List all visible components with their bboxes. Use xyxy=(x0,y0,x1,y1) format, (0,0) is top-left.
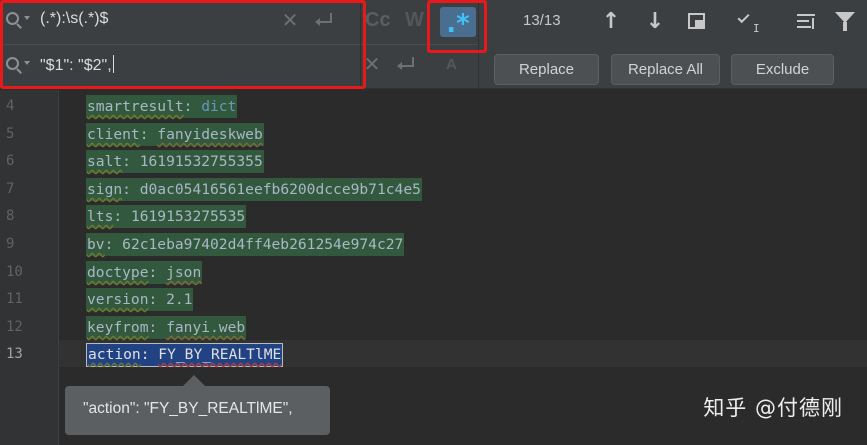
line-number: 10 xyxy=(6,264,23,280)
line-number: 12 xyxy=(6,319,23,335)
line-number: 5 xyxy=(6,126,15,142)
regex-toggle[interactable]: .* xyxy=(440,7,476,39)
code-key: doctype xyxy=(87,264,149,281)
line-number: 6 xyxy=(6,153,15,169)
code-value: d0ac05416561eefb6200dcce9b71c4e5 xyxy=(139,181,421,198)
close-icon[interactable]: ✕ xyxy=(280,8,300,32)
arrow-down-icon[interactable]: ↓ xyxy=(643,10,667,34)
regex-match[interactable]: keyfrom: fanyi.web xyxy=(86,316,247,339)
code-value: json xyxy=(166,264,202,281)
search-icon[interactable] xyxy=(6,57,34,77)
code-separator: : xyxy=(183,98,202,115)
text-cursor xyxy=(112,55,114,73)
code-separator: : xyxy=(139,126,158,143)
replace-all-button[interactable]: Replace All xyxy=(611,54,720,85)
code-key: keyfrom xyxy=(87,319,149,336)
code-value: dict xyxy=(201,98,237,115)
code-key: smartresult xyxy=(87,98,184,115)
search-icon[interactable] xyxy=(6,12,34,32)
replace-input[interactable]: "$1": "$2", xyxy=(40,55,114,75)
preserve-case-toggle[interactable]: A xyxy=(446,56,457,73)
line-number: 13 xyxy=(6,346,23,362)
line-number: 7 xyxy=(6,181,15,197)
code-value: fanyi.web xyxy=(166,319,246,336)
regex-match[interactable]: bv: 62c1eba97402d4ff4eb261254e974c27 xyxy=(86,233,405,256)
code-key: version xyxy=(87,291,149,308)
code-value: fanyideskweb xyxy=(157,126,263,143)
regex-match[interactable]: sign: d0ac05416561eefb6200dcce9b71c4e5 xyxy=(86,178,422,201)
code-value: FY_BY_REALTlME xyxy=(158,346,282,363)
find-replace-bar: (.*):\s(.*)$ ✕ Cc W .* 13/13 ↑ ↓ I "$1":… xyxy=(0,0,867,89)
code-value: 62c1eba97402d4ff4eb261254e974c27 xyxy=(122,236,404,253)
code-value: 1619153275535 xyxy=(130,208,246,225)
code-value: 16191532755355 xyxy=(139,153,263,170)
replace-value: "$1": "$2", xyxy=(40,57,112,74)
line-number: 9 xyxy=(6,236,15,252)
regex-match[interactable]: lts: 1619153275535 xyxy=(86,205,247,228)
watermark: 知乎 @付德刚 xyxy=(703,396,843,420)
code-key: client xyxy=(87,126,140,143)
replace-preview-tooltip: "action": "FY_BY_REALTlME", xyxy=(65,375,330,435)
words-toggle[interactable]: W xyxy=(405,9,424,32)
code-key: lts xyxy=(87,208,114,225)
close-icon[interactable]: ✕ xyxy=(362,52,382,76)
select-all-occurrences-icon[interactable] xyxy=(684,10,708,34)
code-separator: : xyxy=(148,319,167,336)
code-separator: : xyxy=(148,291,167,308)
line-number: 11 xyxy=(6,291,23,307)
regex-match[interactable]: doctype: json xyxy=(86,261,203,284)
match-case-toggle[interactable]: Cc xyxy=(365,9,391,32)
replace-button[interactable]: Replace xyxy=(494,54,599,85)
code-value: 2.1 xyxy=(166,291,193,308)
code-separator: : xyxy=(122,181,140,198)
regex-match[interactable]: version: 2.1 xyxy=(86,288,194,311)
exclude-button[interactable]: Exclude xyxy=(731,54,834,85)
selected-match[interactable]: action: FY_BY_REALTlME xyxy=(86,343,284,367)
code-separator: : xyxy=(140,346,159,363)
search-input[interactable]: (.*):\s(.*)$ xyxy=(40,10,108,28)
line-number: 4 xyxy=(6,98,15,114)
regex-match[interactable]: salt: 16191532755355 xyxy=(86,150,264,173)
code-key: sign xyxy=(87,181,123,198)
regex-match[interactable]: client: fanyideskweb xyxy=(86,123,264,146)
code-separator: : xyxy=(113,208,131,225)
gutter-border xyxy=(58,90,59,445)
regex-match[interactable]: smartresult: dict xyxy=(86,95,238,118)
tooltip-text: "action": "FY_BY_REALTlME", xyxy=(83,400,293,417)
code-key: salt xyxy=(87,153,123,170)
enter-newline-icon[interactable] xyxy=(395,54,417,76)
in-selection-icon[interactable]: I xyxy=(737,10,766,35)
arrow-up-icon[interactable]: ↑ xyxy=(599,10,623,34)
code-separator: : xyxy=(148,264,167,281)
multiline-icon[interactable] xyxy=(795,10,819,34)
filter-icon[interactable] xyxy=(835,10,859,34)
code-key: action xyxy=(88,346,141,363)
search-row: (.*):\s(.*)$ ✕ Cc W .* 13/13 ↑ ↓ I xyxy=(0,0,867,44)
code-separator: : xyxy=(104,236,123,253)
enter-newline-icon[interactable] xyxy=(313,10,335,32)
code-key: bv xyxy=(87,236,105,253)
line-number: 8 xyxy=(6,208,15,224)
match-count: 13/13 xyxy=(523,12,561,29)
code-separator: : xyxy=(122,153,140,170)
